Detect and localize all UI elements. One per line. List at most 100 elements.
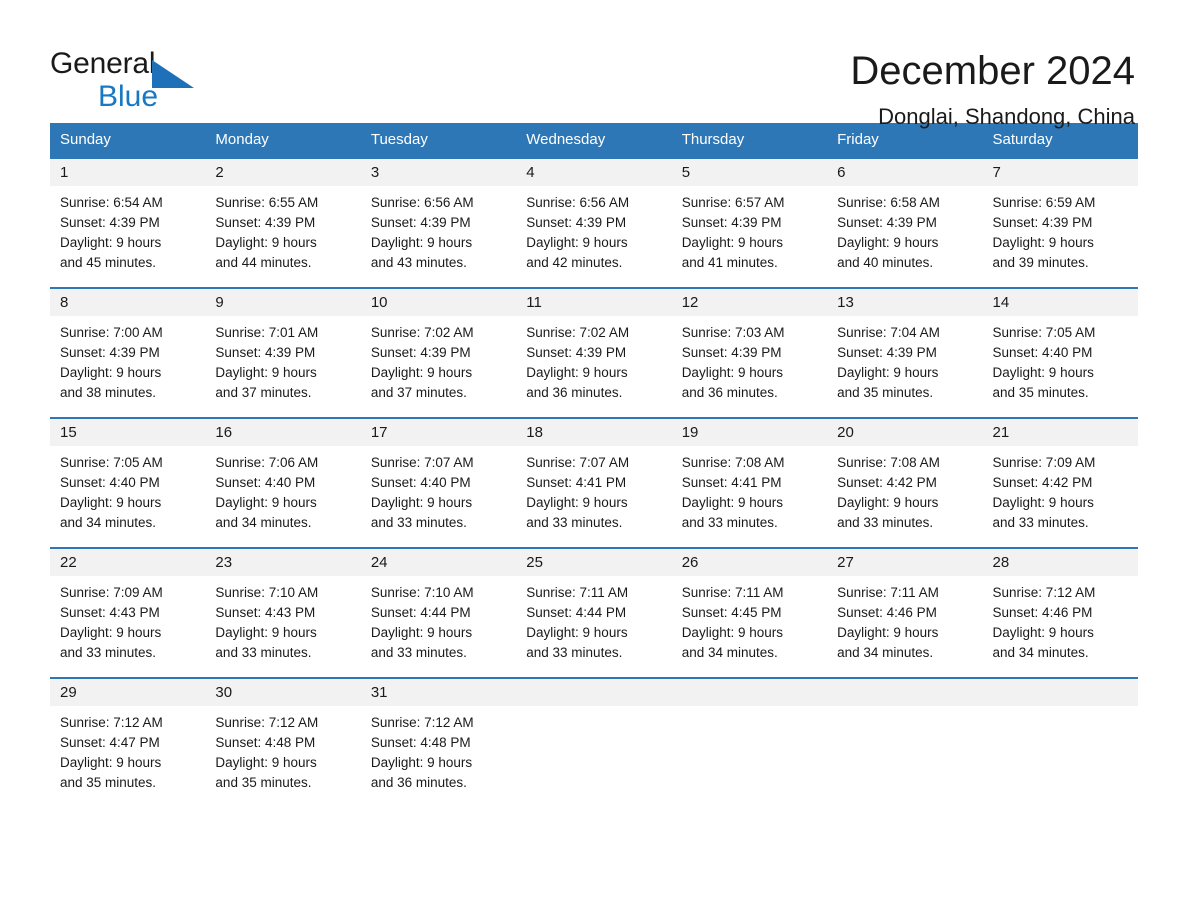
sunrise-text: Sunrise: 7:04 AM [837,325,940,340]
day-cell[interactable]: 26 Sunrise: 7:11 AM Sunset: 4:45 PM Dayligh… [671,549,828,663]
daylight-text-line1: Daylight: 9 hours [837,365,939,380]
week-row: 15 Sunrise: 7:05 AM Sunset: 4:40 PM Dayligh… [50,417,1138,533]
daylight-text-line1: Daylight: 9 hours [60,755,162,770]
day-cell[interactable]: 16 Sunrise: 7:06 AM Sunset: 4:40 PM Dayligh… [205,419,361,533]
day-details: Sunrise: 7:02 AM Sunset: 4:39 PM Daylight:… [516,316,671,403]
day-number: 7 [982,159,1138,186]
day-cell[interactable]: 6 Sunrise: 6:58 AM Sunset: 4:39 PM Daylight… [827,159,983,273]
day-cell[interactable]: 11 Sunrise: 7:02 AM Sunset: 4:39 PM Dayligh… [516,289,672,403]
daylight-text-line2: and 35 minutes. [215,775,312,790]
day-number: 13 [827,289,983,316]
day-cell[interactable]: 2 Sunrise: 6:55 AM Sunset: 4:39 PM Daylight… [205,159,361,273]
day-details: Sunrise: 6:54 AM Sunset: 4:39 PM Daylight:… [50,186,205,273]
day-cell[interactable]: 13 Sunrise: 7:04 AM Sunset: 4:39 PM Dayligh… [827,289,983,403]
day-header-friday: Friday [837,131,879,148]
day-number: 23 [205,549,361,576]
daylight-text-line2: and 33 minutes. [370,645,467,660]
day-number: 12 [671,289,828,316]
daylight-text-line2: and 33 minutes. [992,515,1089,530]
day-cell[interactable]: 22 Sunrise: 7:09 AM Sunset: 4:43 PM Dayligh… [50,549,206,663]
day-number: 16 [205,419,361,446]
day-cell[interactable]: 29 Sunrise: 7:12 AM Sunset: 4:47 PM Dayligh… [50,679,206,793]
day-cell[interactable]: 27 Sunrise: 7:11 AM Sunset: 4:46 PM Dayligh… [827,549,983,663]
daylight-text-line1: Daylight: 9 hours [370,495,473,510]
daylight-text-line2: and 34 minutes. [60,515,157,530]
daylight-text-line1: Daylight: 9 hours [992,365,1094,380]
sunrise-text: Sunrise: 7:07 AM [526,455,630,470]
logo-triangle-icon [152,60,194,88]
general-blue-logo: General Blue [50,48,230,118]
sunset-text: Sunset: 4:40 PM [60,475,160,490]
day-cell[interactable]: 24 Sunrise: 7:10 AM Sunset: 4:44 PM Dayligh… [360,549,517,663]
day-cell[interactable]: 15 Sunrise: 7:05 AM Sunset: 4:40 PM Dayligh… [50,419,206,533]
sunrise-text: Sunrise: 6:56 AM [370,195,474,210]
day-cell[interactable]: 25 Sunrise: 7:11 AM Sunset: 4:44 PM Dayligh… [516,549,672,663]
daylight-text-line1: Daylight: 9 hours [837,625,939,640]
day-cell[interactable]: 4 Sunrise: 6:56 AM Sunset: 4:39 PM Daylight… [516,159,672,273]
day-number: 8 [50,289,206,316]
day-cell[interactable]: 17 Sunrise: 7:07 AM Sunset: 4:40 PM Dayligh… [360,419,517,533]
day-cell[interactable]: 14 Sunrise: 7:05 AM Sunset: 4:40 PM Dayligh… [982,289,1138,403]
day-details: Sunrise: 7:11 AM Sunset: 4:45 PM Daylight:… [672,576,827,663]
day-cell[interactable]: 7 Sunrise: 6:59 AM Sunset: 4:39 PM Daylight… [982,159,1138,273]
sunset-text: Sunset: 4:43 PM [215,605,316,620]
day-details: Sunrise: 7:05 AM Sunset: 4:40 PM Daylight:… [983,316,1138,403]
day-number: 3 [360,159,517,186]
day-details: Sunrise: 7:00 AM Sunset: 4:39 PM Daylight:… [50,316,205,403]
day-cell[interactable]: 20 Sunrise: 7:08 AM Sunset: 4:42 PM Dayligh… [827,419,983,533]
sunset-text: Sunset: 4:46 PM [992,605,1093,620]
sunrise-text: Sunrise: 7:08 AM [837,455,940,470]
day-cell[interactable]: 21 Sunrise: 7:09 AM Sunset: 4:42 PM Dayligh… [982,419,1138,533]
day-details: Sunrise: 7:11 AM Sunset: 4:44 PM Daylight:… [516,576,671,663]
daylight-text-line1: Daylight: 9 hours [215,235,317,250]
week-row: 1 Sunrise: 6:54 AM Sunset: 4:39 PM Daylight… [50,157,1138,273]
day-header-saturday: Saturday [992,131,1053,148]
day-header-wednesday: Wednesday [526,131,606,148]
day-cell[interactable]: 19 Sunrise: 7:08 AM Sunset: 4:41 PM Dayligh… [671,419,828,533]
day-number [827,679,983,706]
day-cell[interactable]: 31 Sunrise: 7:12 AM Sunset: 4:48 PM Dayligh… [360,679,517,793]
day-number: 19 [671,419,828,446]
daylight-text-line2: and 33 minutes. [370,515,467,530]
day-number: 1 [50,159,206,186]
day-number: 31 [360,679,517,706]
daylight-text-line1: Daylight: 9 hours [837,495,939,510]
day-cell[interactable]: 3 Sunrise: 6:56 AM Sunset: 4:39 PM Daylight… [360,159,517,273]
day-cell[interactable]: 28 Sunrise: 7:12 AM Sunset: 4:46 PM Dayligh… [982,549,1138,663]
daylight-text-line1: Daylight: 9 hours [526,365,628,380]
sunrise-text: Sunrise: 7:09 AM [992,455,1096,470]
day-cell[interactable]: 1 Sunrise: 6:54 AM Sunset: 4:39 PM Daylight… [50,159,206,273]
day-cell[interactable]: 23 Sunrise: 7:10 AM Sunset: 4:43 PM Dayligh… [205,549,361,663]
calendar-weeks: 1 Sunrise: 6:54 AM Sunset: 4:39 PM Daylight… [50,157,1138,793]
daylight-text-line2: and 35 minutes. [992,385,1089,400]
daylight-text-line2: and 44 minutes. [215,255,312,270]
sunset-text: Sunset: 4:39 PM [60,215,160,230]
day-number [982,679,1138,706]
day-cell[interactable]: 9 Sunrise: 7:01 AM Sunset: 4:39 PM Daylight… [205,289,361,403]
day-details: Sunrise: 7:03 AM Sunset: 4:39 PM Daylight:… [672,316,827,403]
daylight-text-line1: Daylight: 9 hours [215,625,317,640]
calendar-page: General Blue December 2024 Donglai, Shan… [0,0,1188,918]
day-number: 22 [50,549,206,576]
day-cell[interactable]: 18 Sunrise: 7:07 AM Sunset: 4:41 PM Dayligh… [516,419,672,533]
day-number: 5 [671,159,828,186]
day-details: Sunrise: 7:08 AM Sunset: 4:42 PM Daylight:… [827,446,982,533]
day-details: Sunrise: 6:58 AM Sunset: 4:39 PM Daylight:… [827,186,982,273]
day-cell[interactable]: 5 Sunrise: 6:57 AM Sunset: 4:39 PM Daylight… [671,159,828,273]
sunset-text: Sunset: 4:39 PM [992,215,1093,230]
week-row: 29 Sunrise: 7:12 AM Sunset: 4:47 PM Dayligh… [50,677,1138,793]
sunset-text: Sunset: 4:43 PM [60,605,160,620]
day-cell[interactable]: 10 Sunrise: 7:02 AM Sunset: 4:39 PM Dayligh… [360,289,517,403]
sunset-text: Sunset: 4:45 PM [681,605,782,620]
sunrise-text: Sunrise: 7:09 AM [60,585,163,600]
daylight-text-line2: and 40 minutes. [837,255,934,270]
day-cell[interactable]: 12 Sunrise: 7:03 AM Sunset: 4:39 PM Dayligh… [671,289,828,403]
day-cell[interactable]: 30 Sunrise: 7:12 AM Sunset: 4:48 PM Dayligh… [205,679,361,793]
day-cell[interactable]: 8 Sunrise: 7:00 AM Sunset: 4:39 PM Daylight… [50,289,206,403]
day-number: 14 [982,289,1138,316]
daylight-text-line2: and 36 minutes. [681,385,778,400]
sunrise-text: Sunrise: 7:12 AM [370,715,474,730]
title-block: December 2024 Donglai, Shandong, China [850,48,1138,132]
sunrise-text: Sunrise: 7:08 AM [681,455,785,470]
sunrise-text: Sunrise: 6:54 AM [60,195,163,210]
